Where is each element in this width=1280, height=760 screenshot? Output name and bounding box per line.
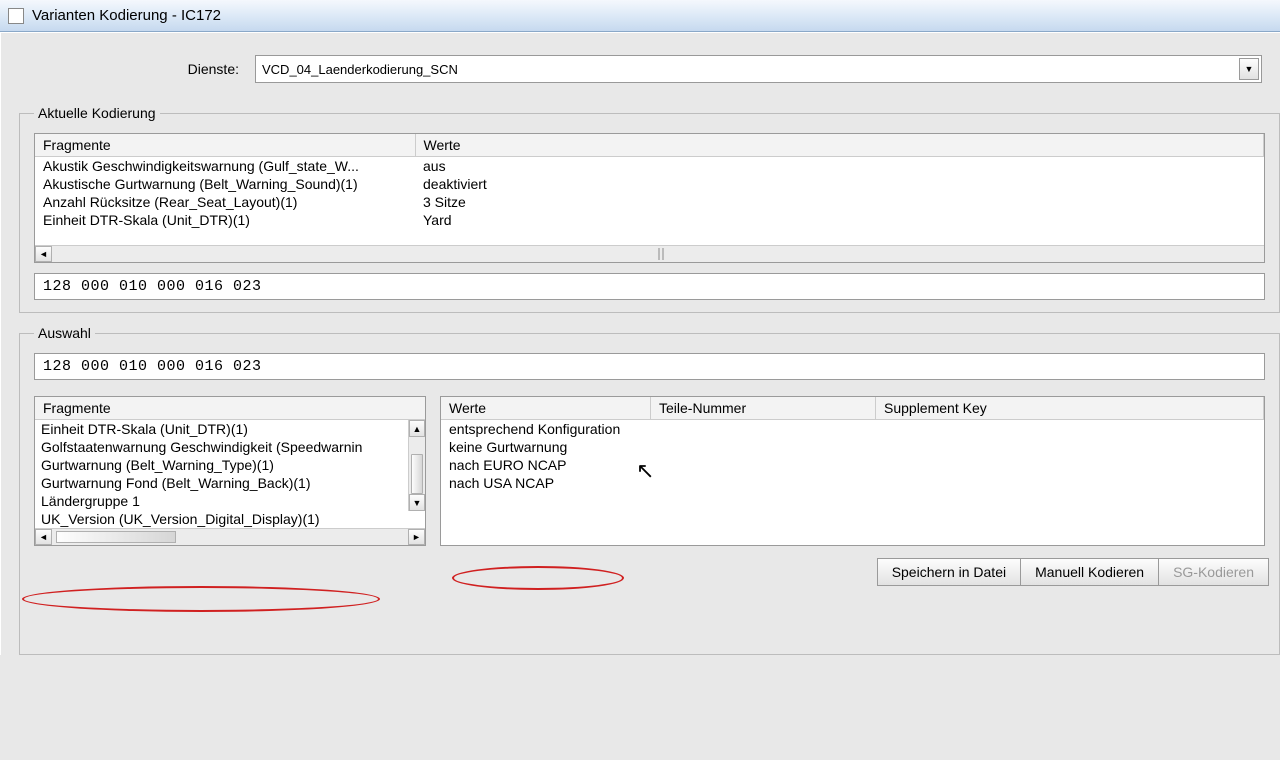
scroll-up-icon[interactable]: ▲ bbox=[409, 420, 425, 437]
werte-panel: Werte Teile-Nummer Supplement Key entspr… bbox=[440, 396, 1265, 546]
aktuelle-legend: Aktuelle Kodierung bbox=[34, 105, 160, 121]
auswahl-group: Auswahl 128 000 010 000 016 023 Fragment… bbox=[19, 325, 1280, 655]
title-bar: Varianten Kodierung - IC172 bbox=[0, 0, 1280, 32]
fragmente-header[interactable]: Fragmente bbox=[35, 397, 425, 420]
scroll-down-icon[interactable]: ▼ bbox=[409, 494, 425, 511]
aktuelle-code[interactable]: 128 000 010 000 016 023 bbox=[34, 273, 1265, 300]
window-title: Varianten Kodierung - IC172 bbox=[32, 7, 221, 24]
list-item[interactable]: entsprechend Konfiguration bbox=[441, 420, 1264, 438]
scroll-track[interactable] bbox=[409, 437, 425, 494]
auswahl-legend: Auswahl bbox=[34, 325, 95, 341]
list-item[interactable]: Golfstaatenwarnung Geschwindigkeit (Spee… bbox=[35, 438, 425, 456]
werte-header-row: Werte Teile-Nummer Supplement Key bbox=[441, 397, 1264, 420]
dienste-label: Dienste: bbox=[19, 61, 255, 77]
list-item[interactable]: Einheit DTR-Skala (Unit_DTR)(1) bbox=[35, 420, 425, 438]
scroll-track[interactable] bbox=[52, 246, 1264, 262]
chevron-down-icon[interactable]: ▼ bbox=[1239, 58, 1259, 80]
h-scrollbar[interactable]: ◄ bbox=[35, 245, 1264, 262]
col-teile-nummer[interactable]: Teile-Nummer bbox=[651, 397, 876, 419]
aktuelle-table[interactable]: Fragmente Werte Akustik Geschwindigkeits… bbox=[34, 133, 1265, 263]
table-row[interactable]: Akustische Gurtwarnung (Belt_Warning_Sou… bbox=[35, 175, 1264, 193]
col-supplement-key[interactable]: Supplement Key bbox=[876, 397, 1264, 419]
list-item[interactable]: UK_Version (UK_Version_Digital_Display)(… bbox=[35, 510, 425, 528]
table-row[interactable]: Akustik Geschwindigkeitswarnung (Gulf_st… bbox=[35, 157, 1264, 176]
list-item[interactable]: Ländergruppe 1 bbox=[35, 492, 425, 510]
list-item[interactable]: Gurtwarnung (Belt_Warning_Type)(1) bbox=[35, 456, 425, 474]
manual-coding-button[interactable]: Manuell Kodieren bbox=[1020, 558, 1159, 586]
button-bar: Speichern in Datei Manuell Kodieren SG-K… bbox=[878, 558, 1269, 586]
aktuelle-kodierung-group: Aktuelle Kodierung Fragmente Werte Akust… bbox=[19, 105, 1280, 313]
dienste-combo[interactable]: VCD_04_Laenderkodierung_SCN ▼ bbox=[255, 55, 1262, 83]
scroll-left-icon[interactable]: ◄ bbox=[35, 529, 52, 545]
scroll-track[interactable] bbox=[52, 529, 408, 545]
auswahl-code[interactable]: 128 000 010 000 016 023 bbox=[34, 353, 1265, 380]
scroll-left-icon[interactable]: ◄ bbox=[35, 246, 52, 262]
table-row[interactable]: Einheit DTR-Skala (Unit_DTR)(1)Yard bbox=[35, 211, 1264, 229]
dienste-value: VCD_04_Laenderkodierung_SCN bbox=[262, 62, 458, 77]
list-item[interactable]: Gurtwarnung Fond (Belt_Warning_Back)(1) bbox=[35, 474, 425, 492]
werte-list: entsprechend Konfiguration keine Gurtwar… bbox=[441, 420, 1264, 492]
table-row[interactable]: Anzahl Rücksitze (Rear_Seat_Layout)(1)3 … bbox=[35, 193, 1264, 211]
list-item[interactable]: keine Gurtwarnung bbox=[441, 438, 1264, 456]
content-area: Dienste: VCD_04_Laenderkodierung_SCN ▼ A… bbox=[0, 32, 1280, 655]
sg-coding-button: SG-Kodieren bbox=[1158, 558, 1269, 586]
scroll-right-icon[interactable]: ► bbox=[408, 529, 425, 545]
col-fragmente[interactable]: Fragmente bbox=[35, 134, 415, 157]
save-to-file-button[interactable]: Speichern in Datei bbox=[877, 558, 1021, 586]
list-item[interactable]: nach EURO NCAP bbox=[441, 456, 1264, 474]
col-werte[interactable]: Werte bbox=[441, 397, 651, 419]
dienste-row: Dienste: VCD_04_Laenderkodierung_SCN ▼ bbox=[19, 55, 1280, 83]
fragmente-panel: Fragmente Einheit DTR-Skala (Unit_DTR)(1… bbox=[34, 396, 426, 546]
col-werte[interactable]: Werte bbox=[415, 134, 1264, 157]
fragmente-list: Einheit DTR-Skala (Unit_DTR)(1) Golfstaa… bbox=[35, 420, 425, 528]
app-icon bbox=[8, 8, 24, 24]
v-scrollbar[interactable]: ▲ ▼ bbox=[408, 420, 425, 511]
list-item[interactable]: nach USA NCAP bbox=[441, 474, 1264, 492]
h-scrollbar[interactable]: ◄ ► bbox=[35, 528, 425, 545]
